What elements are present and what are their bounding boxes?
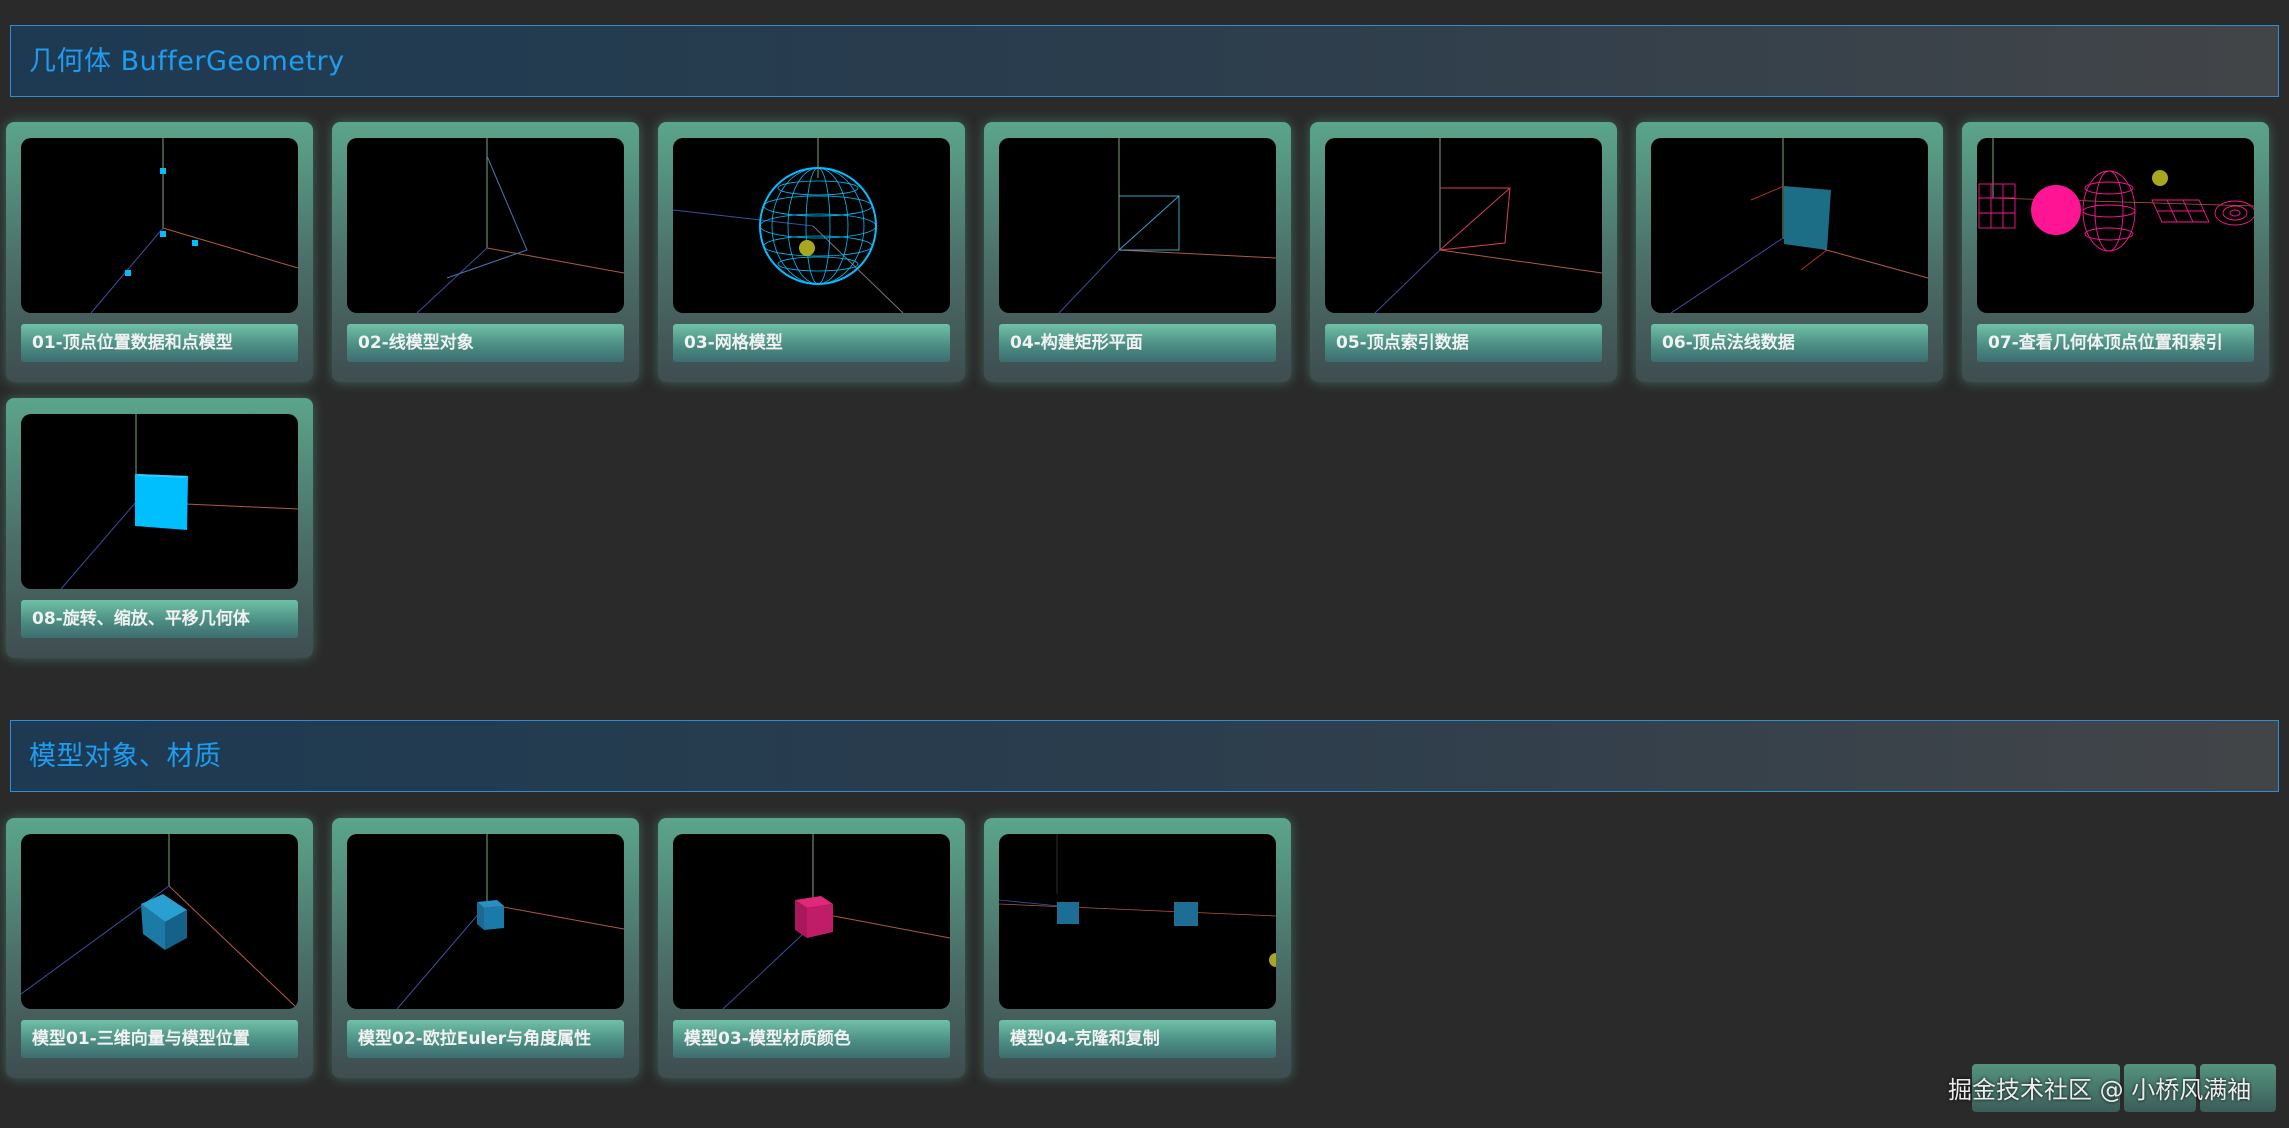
scene-preview-index-data xyxy=(1325,138,1602,313)
scene-preview-transform-box xyxy=(21,414,298,589)
card-title: 08-旋转、缩放、平移几何体 xyxy=(21,600,298,638)
section-header-buffer-geometry: 几何体 BufferGeometry xyxy=(10,25,2279,97)
card-title: 01-顶点位置数据和点模型 xyxy=(21,324,298,362)
scene-preview-material-color xyxy=(673,834,950,1009)
card-title: 03-网格模型 xyxy=(673,324,950,362)
scene-preview-points xyxy=(21,138,298,313)
section-title: 模型对象、材质 xyxy=(29,741,222,772)
example-card-07[interactable]: 07-查看几何体顶点位置和索引 xyxy=(1962,122,2269,382)
scene-preview-vector-position xyxy=(21,834,298,1009)
section-title: 几何体 BufferGeometry xyxy=(29,46,345,77)
example-card-model-02[interactable]: 模型02-欧拉Euler与角度属性 xyxy=(332,818,639,1078)
card-title: 模型04-克隆和复制 xyxy=(999,1020,1276,1058)
section-header-model-material: 模型对象、材质 xyxy=(10,720,2279,792)
example-card-01[interactable]: 01-顶点位置数据和点模型 xyxy=(6,122,313,382)
scene-preview-euler xyxy=(347,834,624,1009)
scene-preview-normals xyxy=(1651,138,1928,313)
example-card-08[interactable]: 08-旋转、缩放、平移几何体 xyxy=(6,398,313,658)
example-card-model-01[interactable]: 模型01-三维向量与模型位置 xyxy=(6,818,313,1078)
card-title: 模型02-欧拉Euler与角度属性 xyxy=(347,1020,624,1058)
scene-preview-line xyxy=(347,138,624,313)
watermark: 掘金技术社区 @ 小桥风满袖 xyxy=(1948,1076,2252,1104)
card-title: 07-查看几何体顶点位置和索引 xyxy=(1977,324,2254,362)
example-card-06[interactable]: 06-顶点法线数据 xyxy=(1636,122,1943,382)
example-card-04[interactable]: 04-构建矩形平面 xyxy=(984,122,1291,382)
scene-preview-geometries xyxy=(1977,138,2254,313)
card-title: 05-顶点索引数据 xyxy=(1325,324,1602,362)
example-card-05[interactable]: 05-顶点索引数据 xyxy=(1310,122,1617,382)
example-card-02[interactable]: 02-线模型对象 xyxy=(332,122,639,382)
card-title: 06-顶点法线数据 xyxy=(1651,324,1928,362)
card-title: 04-构建矩形平面 xyxy=(999,324,1276,362)
scene-preview-rect-plane xyxy=(999,138,1276,313)
scene-preview-clone-copy xyxy=(999,834,1276,1009)
example-card-03[interactable]: 03-网格模型 xyxy=(658,122,965,382)
scene-preview-sphere-mesh xyxy=(673,138,950,313)
card-title: 02-线模型对象 xyxy=(347,324,624,362)
example-card-model-03[interactable]: 模型03-模型材质颜色 xyxy=(658,818,965,1078)
card-title: 模型01-三维向量与模型位置 xyxy=(21,1020,298,1058)
card-title: 模型03-模型材质颜色 xyxy=(673,1020,950,1058)
example-card-model-04[interactable]: 模型04-克隆和复制 xyxy=(984,818,1291,1078)
